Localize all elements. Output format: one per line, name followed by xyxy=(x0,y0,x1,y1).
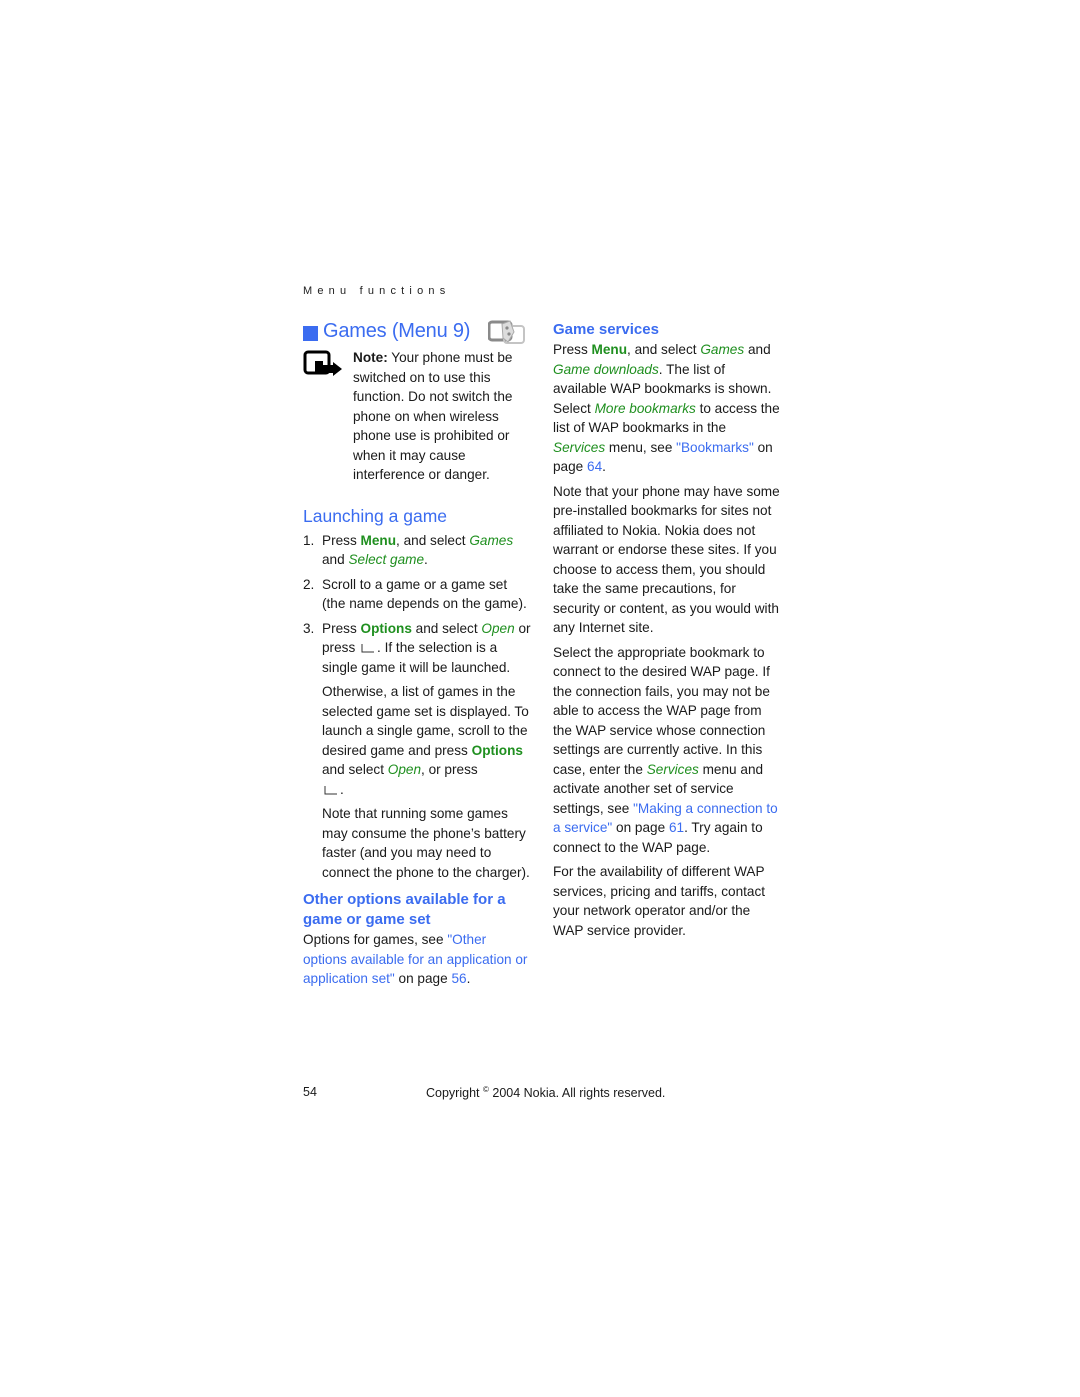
game-services-paragraph-4: For the availability of different WAP se… xyxy=(553,864,766,938)
page-title: Games (Menu 9) xyxy=(323,320,471,343)
note-label: Note: xyxy=(353,350,388,365)
page-link-56[interactable]: 56 xyxy=(451,971,466,986)
note-text: Note: Your phone must be switched on to … xyxy=(353,350,513,482)
game-services-heading: Game services xyxy=(553,321,659,338)
running-head: Menu functions xyxy=(303,285,451,297)
menu-item-more-bookmarks: More bookmarks xyxy=(594,400,696,416)
step-item: 3. Press Options and select Open or pres… xyxy=(303,620,531,675)
manual-page: Menu functions Games (Menu 9) Note: Your… xyxy=(0,0,1080,1397)
menu-item-select-game: Select game xyxy=(348,552,425,567)
menu-item-open: Open xyxy=(387,762,422,777)
safety-note: Note: Your phone must be switched on to … xyxy=(303,348,531,485)
menu-item-games: Games xyxy=(700,342,745,357)
menu-item-services: Services xyxy=(553,439,606,455)
section-square-icon xyxy=(303,325,318,341)
step-item: 1. Press Menu, and select Games and Sele… xyxy=(303,532,514,568)
menu-item-open: Open xyxy=(481,620,515,636)
right-column: Game services Press Menu, and select Gam… xyxy=(553,318,781,945)
otherwise-paragraph: Otherwise, a list of games in the select… xyxy=(322,684,529,797)
page-link-64[interactable]: 64 xyxy=(587,459,602,474)
left-column: Games (Menu 9) Note: Your phone must be … xyxy=(303,318,531,994)
select-key-icon xyxy=(361,644,375,653)
game-services-paragraph-1: Press Menu, and select Games and Game do… xyxy=(553,342,780,474)
game-services-paragraph-2: Note that your phone may have some pre-i… xyxy=(553,483,780,636)
menu-key: Menu xyxy=(591,342,628,357)
copyright-notice: Copyright © 2004 Nokia. All rights reser… xyxy=(426,1085,666,1101)
game-services-paragraph-3: Select the appropriate bookmark to conne… xyxy=(553,644,778,855)
other-options-paragraph: Options for games, see "Other options av… xyxy=(303,932,528,986)
page-link-61[interactable]: 61 xyxy=(669,820,684,835)
launch-steps: 1. Press Menu, and select Games and Sele… xyxy=(303,531,531,678)
menu-item-games: Games xyxy=(469,532,514,548)
launching-heading: Launching a game xyxy=(303,505,447,526)
battery-note-paragraph: Note that running some games may consume… xyxy=(322,806,530,880)
menu-key: Menu xyxy=(360,532,397,548)
options-key: Options xyxy=(360,620,412,636)
options-key: Options xyxy=(471,742,523,758)
page-number: 54 xyxy=(303,1085,317,1099)
menu-item-services: Services xyxy=(646,761,699,777)
select-key-icon xyxy=(324,785,337,794)
menu-item-game-downloads: Game downloads xyxy=(553,361,659,377)
step-item: 2. Scroll to a game or a game set (the n… xyxy=(303,576,527,612)
note-hand-icon xyxy=(303,350,342,376)
bookmarks-link[interactable]: "Bookmarks" xyxy=(676,440,754,455)
games-menu-icon xyxy=(488,320,526,344)
other-options-heading: Other options available for a game or ga… xyxy=(303,891,506,928)
section-title-row: Games (Menu 9) xyxy=(303,318,531,346)
